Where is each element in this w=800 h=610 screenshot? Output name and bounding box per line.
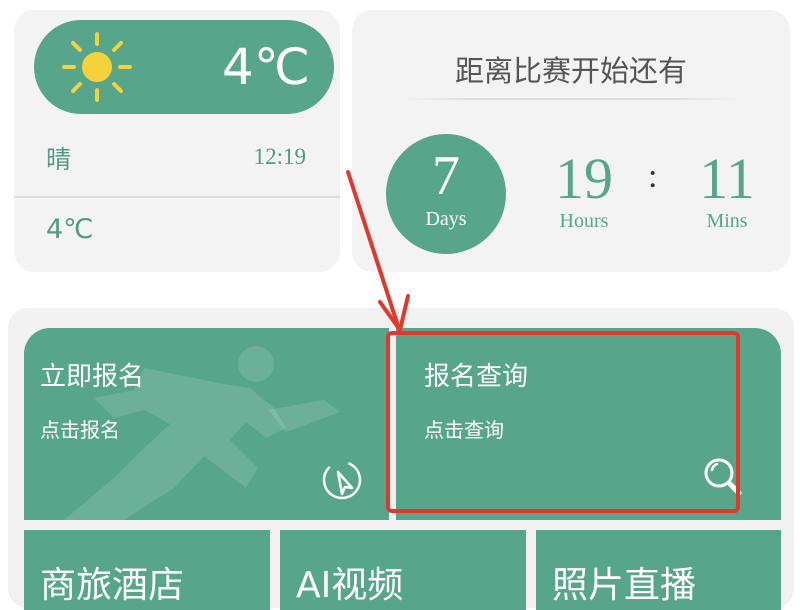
current-temperature: 4℃ [222,38,310,96]
cursor-icon [322,460,362,500]
register-tile[interactable]: 立即报名 点击报名 [24,328,389,520]
register-subtitle: 点击报名 [40,418,120,442]
hours-counter: 19 Hours [539,150,629,233]
weather-summary-pill: 4℃ [34,20,334,114]
mins-value: 11 [699,146,755,211]
mins-label: Mins [706,210,748,232]
ai-video-tile[interactable]: AI视频 [280,530,526,610]
weather-divider [14,196,340,198]
time-separator: : [648,158,658,195]
hotel-label: 商旅酒店 [40,565,185,606]
business-hotel-tile[interactable]: 商旅酒店 [24,530,270,610]
annotation-arrow-icon [346,170,410,332]
video-label: AI视频 [296,565,404,606]
countdown-title: 距离比赛开始还有 [454,54,687,88]
weather-condition: 晴 [46,145,72,174]
countdown-divider [402,98,740,100]
register-title: 立即报名 [40,362,145,392]
current-time: 12:19 [253,144,306,169]
photo-live-tile[interactable]: 照片直播 [536,530,781,610]
weather-card: 4℃ 晴 12:19 4℃ [14,10,340,272]
hours-label: Hours [559,210,609,232]
hours-value: 19 [555,146,613,211]
sun-icon [62,32,132,102]
mins-counter: 11 Mins [682,150,772,233]
annotation-highlight-box [386,331,740,513]
photo-label: 照片直播 [552,565,697,606]
temperature-secondary: 4℃ [46,214,94,245]
